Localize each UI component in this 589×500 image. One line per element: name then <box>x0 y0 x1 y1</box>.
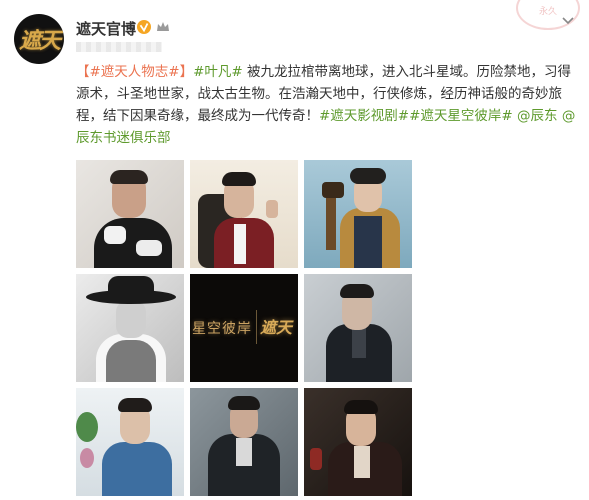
image-grid: 星空彼岸 遮天 <box>76 160 412 496</box>
verified-icon <box>137 20 151 34</box>
topic-link-tv-series[interactable]: #遮天影视剧# <box>319 108 409 124</box>
watermark-text: 永久 <box>538 7 557 17</box>
photo-thumbnail[interactable] <box>304 160 412 268</box>
title-card-right-text: 遮天 <box>260 318 293 337</box>
topic-link-character-profile[interactable]: #遮天人物志# <box>90 64 180 80</box>
topic-link-ye-fan[interactable]: #叶凡# <box>193 64 243 80</box>
photo-thumbnail[interactable] <box>76 274 184 382</box>
photo-thumbnail[interactable] <box>304 388 412 496</box>
chevron-down-icon[interactable] <box>560 12 576 28</box>
topic-link-star-shore[interactable]: #遮天星空彼岸# <box>409 108 513 124</box>
photo-thumbnail[interactable] <box>76 388 184 496</box>
mention-link-chendong[interactable]: @辰东 <box>517 108 558 124</box>
title-card-image[interactable]: 星空彼岸 遮天 <box>190 274 298 382</box>
photo-thumbnail[interactable] <box>304 274 412 382</box>
photo-thumbnail[interactable] <box>190 160 298 268</box>
timestamp-redacted <box>76 42 162 52</box>
account-avatar[interactable]: 遮天 <box>14 14 64 64</box>
account-name[interactable]: 遮天官博 <box>76 18 136 39</box>
tag-bracket-open: 【 <box>76 64 90 80</box>
member-crown-icon <box>157 22 169 31</box>
photo-thumbnail[interactable] <box>190 388 298 496</box>
avatar-logo-text: 遮天 <box>18 28 61 54</box>
title-card-left-text: 星空彼岸 <box>192 321 252 337</box>
tag-bracket-close: 】 <box>179 64 194 80</box>
weibo-post: 遮天 遮天官博 永久 【#遮天人物志#】#叶凡# 被九龙拉棺带离地球，进入北斗星… <box>0 0 589 500</box>
photo-thumbnail[interactable] <box>76 160 184 268</box>
post-content: 【#遮天人物志#】#叶凡# 被九龙拉棺带离地球，进入北斗星域。历险禁地，习得源术… <box>76 61 576 149</box>
